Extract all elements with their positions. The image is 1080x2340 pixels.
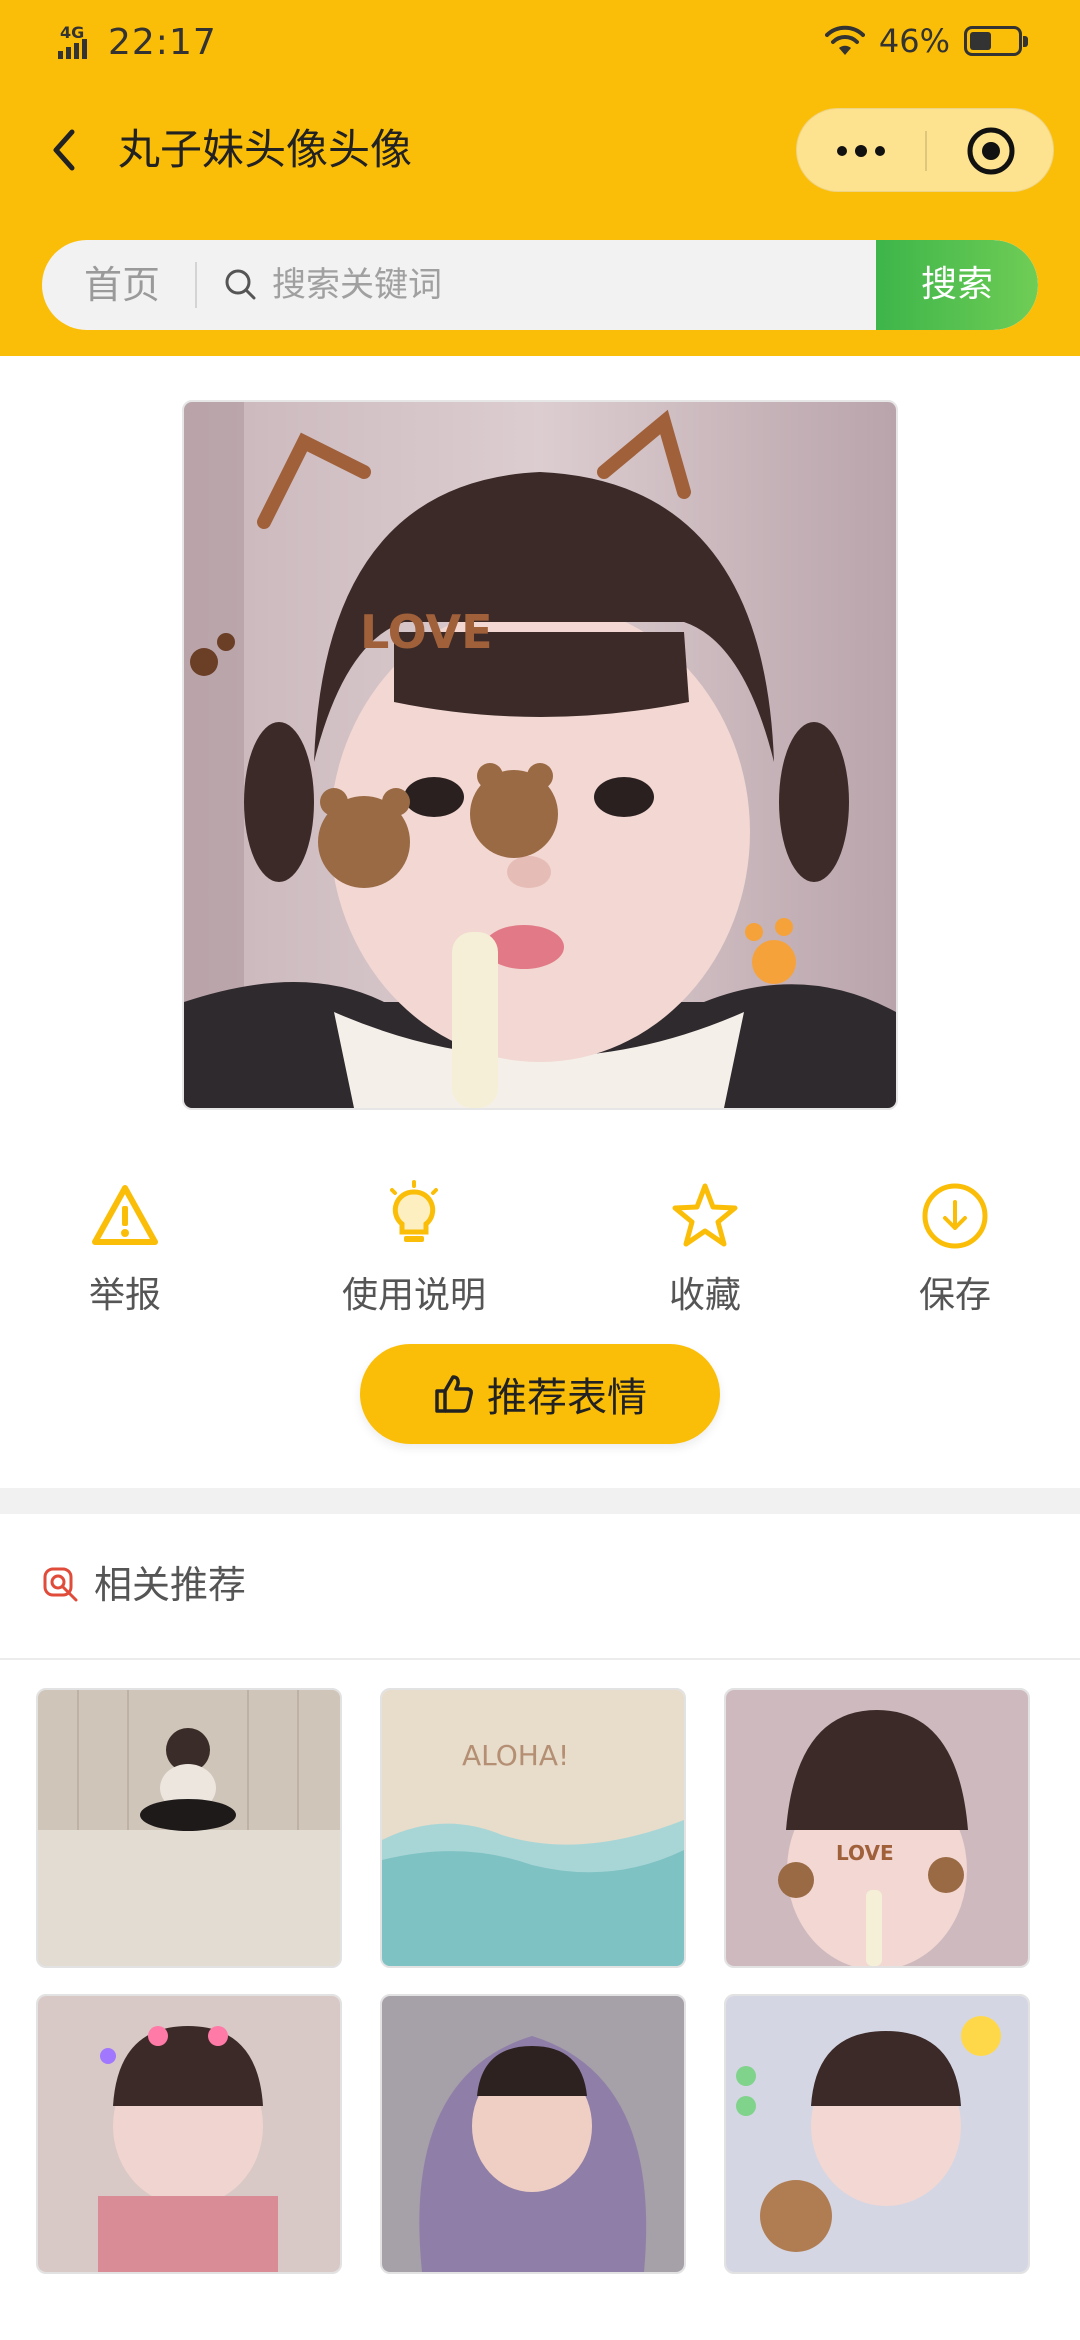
related-title: 相关推荐	[94, 1563, 247, 1607]
thumbnail-3-text: LOVE	[836, 1841, 894, 1865]
status-left: 4G 22:17	[58, 22, 217, 63]
thumbs-up-icon	[435, 1375, 473, 1413]
status-bar: 4G 22:17 46%	[0, 0, 1080, 88]
battery-fill	[970, 32, 991, 50]
action-bar: 举报 使用说明 收藏 保存	[0, 1180, 1080, 1330]
favorite-label: 收藏	[668, 1275, 741, 1316]
usage-guide-button[interactable]: 使用说明	[314, 1180, 514, 1318]
save-button[interactable]: 保存	[855, 1180, 1055, 1318]
search-icon	[225, 269, 256, 300]
sticker-love-text: LOVE	[360, 605, 493, 659]
related-header: 相关推荐	[0, 1514, 1080, 1660]
more-button[interactable]	[797, 109, 925, 193]
search-divider	[195, 262, 197, 308]
battery-percent: 46%	[878, 22, 950, 60]
avatar-illustration: LOVE	[184, 402, 896, 1108]
mini-program-capsule	[796, 108, 1054, 192]
favorite-button[interactable]: 收藏	[605, 1180, 805, 1318]
thumbnail-5[interactable]	[380, 1994, 686, 2274]
main-avatar-image[interactable]: LOVE	[182, 400, 898, 1110]
status-right: 46%	[824, 22, 1028, 60]
page-title: 丸子妹头像头像	[118, 125, 413, 174]
thumbnail-6[interactable]	[724, 1994, 1030, 2274]
search-button[interactable]: 搜索	[876, 240, 1038, 330]
thumbnail-4[interactable]	[36, 1994, 342, 2274]
clock: 22:17	[108, 22, 217, 63]
usage-guide-label: 使用说明	[341, 1275, 486, 1316]
lightbulb-icon	[390, 1180, 438, 1242]
back-icon[interactable]	[36, 122, 92, 178]
thumbnail-3[interactable]: LOVE	[724, 1688, 1030, 1968]
wifi-icon	[824, 25, 865, 55]
section-divider	[0, 1488, 1080, 1514]
search-magnify-icon	[43, 1567, 78, 1602]
search-input[interactable]	[272, 240, 872, 330]
star-icon	[672, 1183, 738, 1247]
thumbnail-2-text: ALOHA!	[462, 1739, 569, 1772]
report-label: 举报	[88, 1275, 161, 1316]
save-label: 保存	[918, 1275, 991, 1316]
recommend-button[interactable]: 推荐表情	[360, 1344, 720, 1444]
close-circle-icon	[967, 127, 1015, 175]
warning-icon	[92, 1185, 158, 1245]
signal-icon: 4G	[58, 23, 98, 61]
close-button[interactable]	[927, 109, 1055, 193]
recommend-label: 推荐表情	[487, 1375, 647, 1421]
battery-icon	[964, 26, 1028, 56]
header: 4G 22:17 46% 丸子妹头像头像 首页 搜索关键词 搜索	[0, 0, 1080, 356]
search-bar: 首页 搜索	[42, 240, 1038, 330]
thumbnail-2[interactable]: ALOHA!	[380, 1688, 686, 1968]
title-bar: 丸子妹头像头像	[0, 100, 1080, 200]
thumbnail-1[interactable]	[36, 1688, 342, 1968]
home-link[interactable]: 首页	[84, 240, 160, 330]
download-icon	[922, 1183, 988, 1249]
report-button[interactable]: 举报	[25, 1180, 225, 1318]
